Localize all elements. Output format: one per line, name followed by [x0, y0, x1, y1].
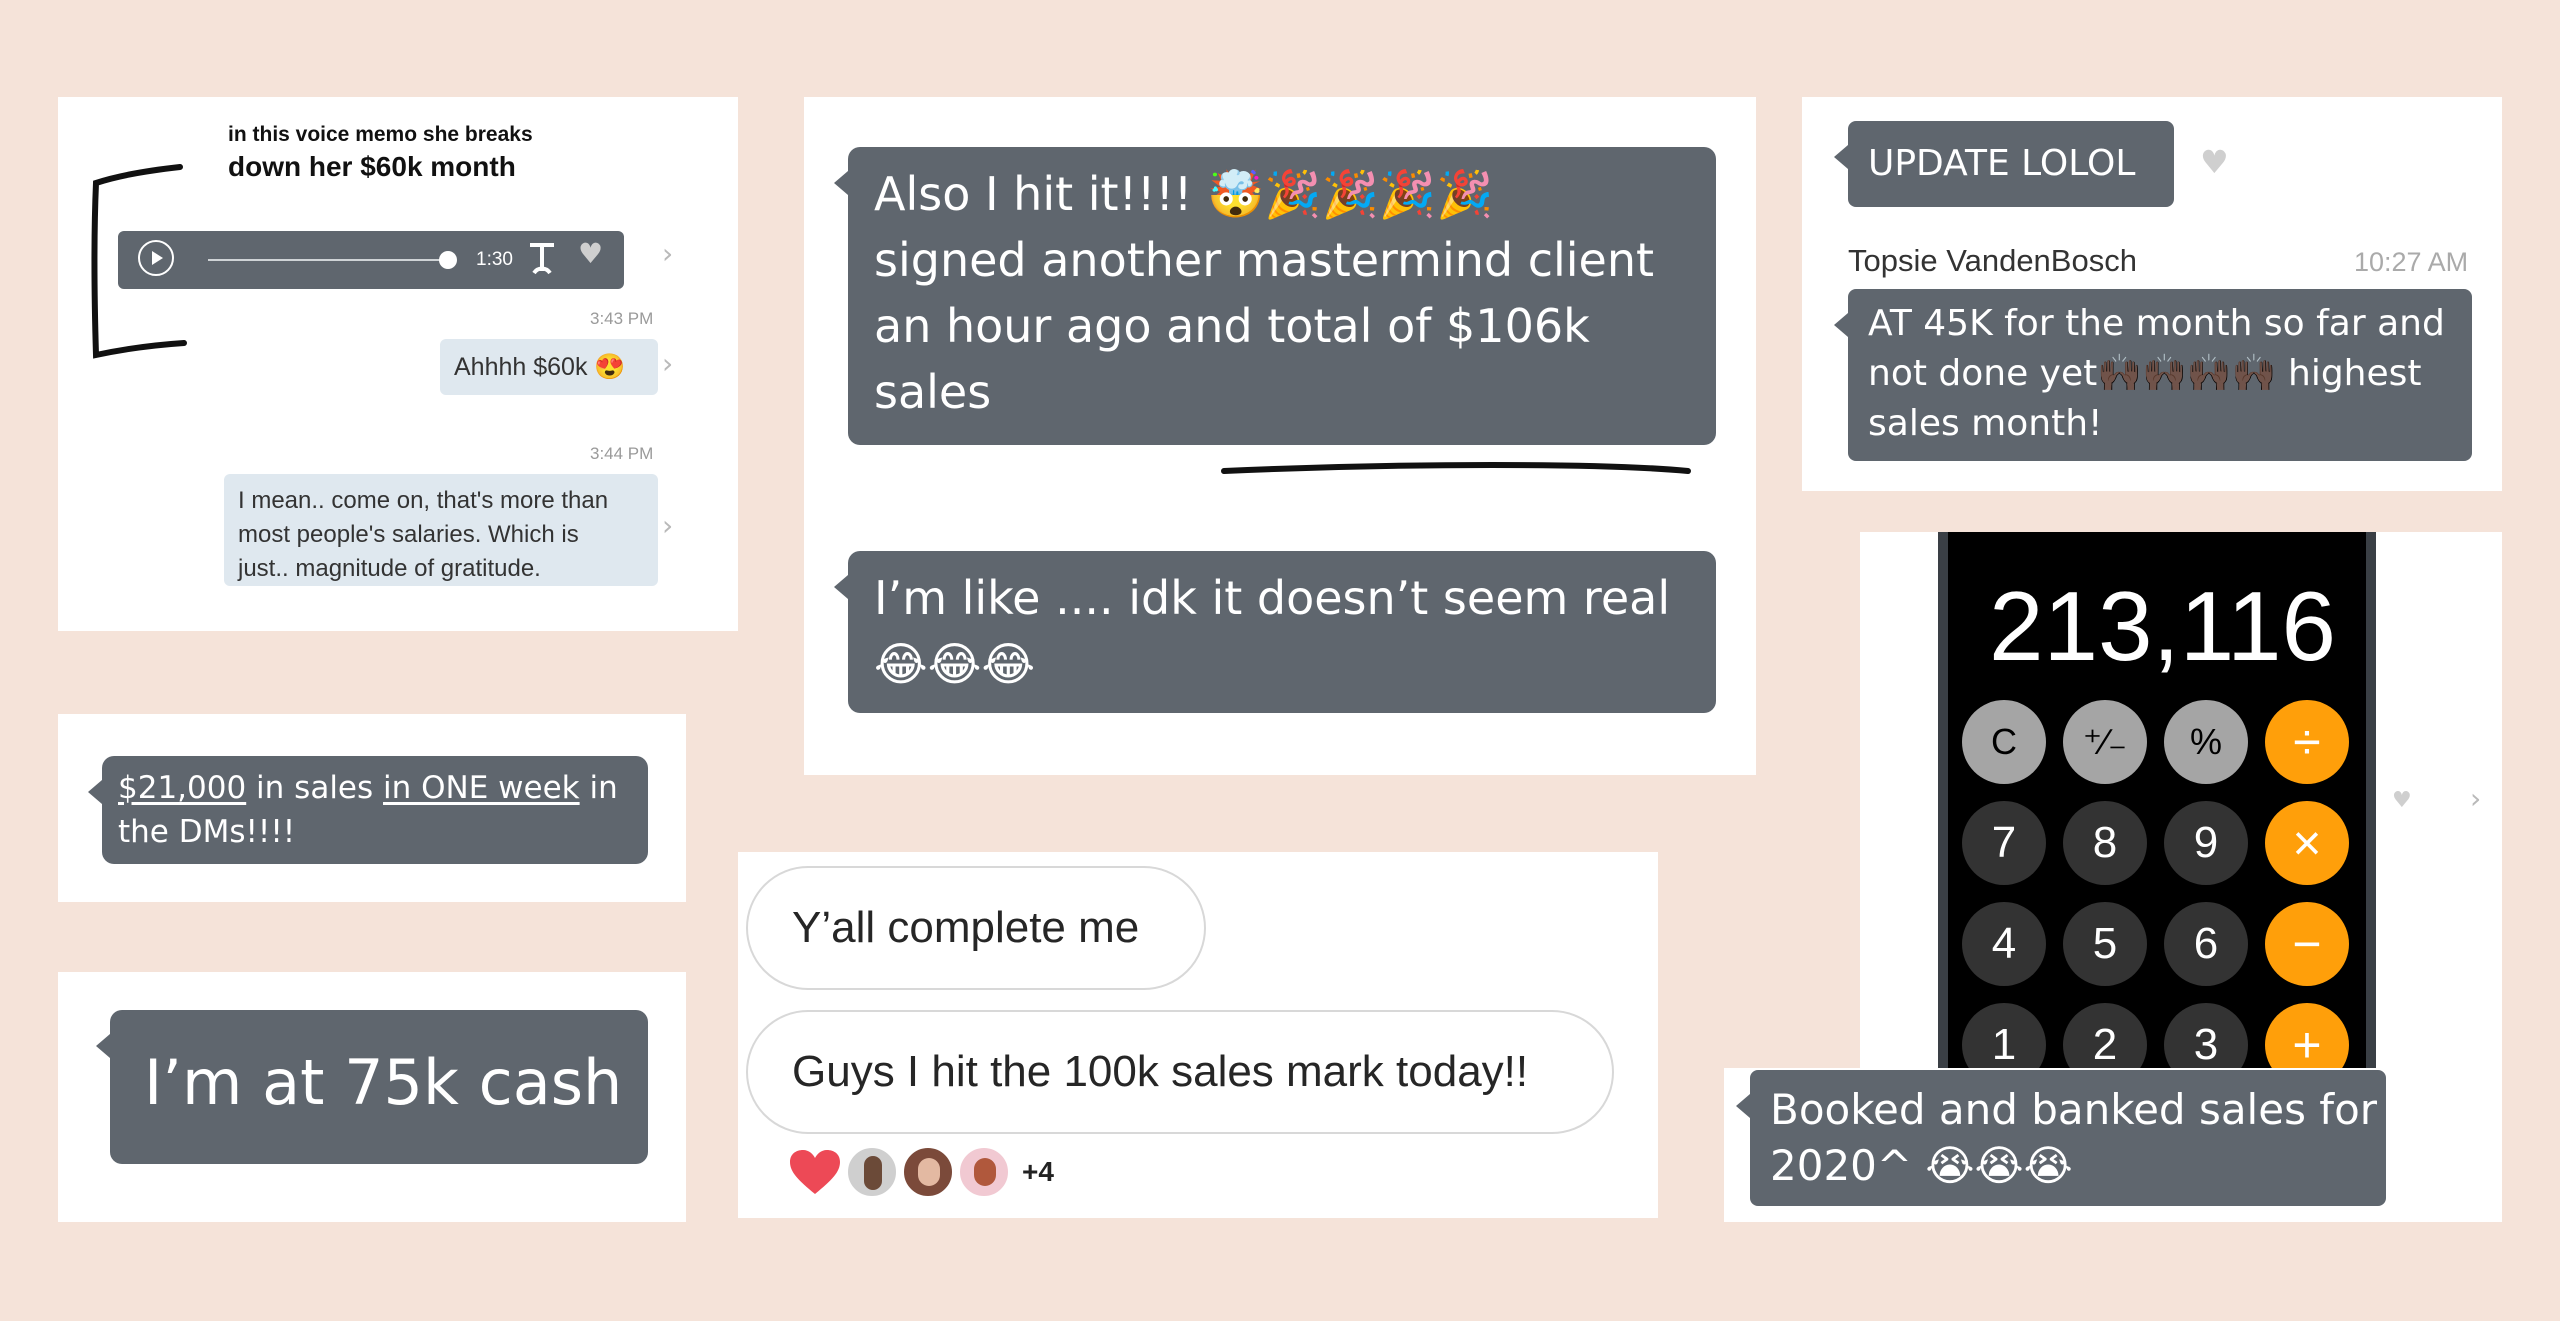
sales-period: in ONE week — [383, 770, 580, 806]
hundred-k-card: Y’all complete me Guys I hit the 100k sa… — [738, 852, 1658, 1218]
message-bubble: Booked and banked sales for 2020^ 😭😭😭 — [1736, 1070, 2386, 1206]
transcribe-icon[interactable] — [524, 237, 564, 281]
like-heart-icon[interactable]: ♥ — [578, 237, 603, 270]
audio-progress-knob[interactable] — [439, 251, 457, 269]
memo-caption-line2: down her $60k month — [228, 151, 516, 182]
reactions-row[interactable]: +4 — [788, 1144, 1108, 1200]
message-bubble: Also I hit it!!!! 🤯🎉🎉🎉🎉 signed another m… — [834, 147, 1716, 445]
audio-duration: 1:30 — [476, 249, 513, 270]
avatar — [958, 1146, 1010, 1198]
message-time: 10:27 AM — [2354, 247, 2469, 277]
plus-minus-button[interactable]: ⁺∕₋ — [2063, 700, 2147, 784]
play-button[interactable] — [138, 240, 174, 276]
chevron-right-icon[interactable]: › — [662, 509, 673, 542]
seven-button[interactable]: 7 — [1962, 801, 2046, 885]
booked-card: Booked and banked sales for 2020^ 😭😭😭 — [1724, 1068, 2432, 1222]
sales-week-card: $21,000 in sales in ONE week in the DMs!… — [58, 714, 686, 902]
chevron-right-icon[interactable]: › — [2470, 782, 2481, 815]
message-bubble: $21,000 in sales in ONE week in the DMs!… — [88, 756, 648, 864]
multiply-button[interactable]: × — [2265, 801, 2349, 885]
message-bubble: I’m at 75k cash — [96, 1010, 648, 1164]
celebration-emoji: 🤯🎉🎉🎉🎉 — [1206, 167, 1494, 221]
six-button[interactable]: 6 — [2164, 902, 2248, 986]
message-bubble: Ahhhh $60k 😍 — [440, 339, 658, 395]
update-card: UPDATE LOLOL ♥ Topsie VandenBosch 10:27 … — [1802, 97, 2502, 491]
five-button[interactable]: 5 — [2063, 902, 2147, 986]
message-bubble: AT 45K for the month so far and not done… — [1834, 289, 2472, 461]
calculator-keypad: C ⁺∕₋% ÷ 7 8 9 × 4 5 6−1 2 3 + — [1948, 532, 2366, 1092]
audio-progress-track[interactable] — [208, 259, 448, 261]
reaction-count: +4 — [1022, 1156, 1054, 1187]
sender-name: Topsie VandenBosch — [1848, 243, 2137, 278]
clear-button[interactable]: C — [1962, 700, 2046, 784]
avatar — [846, 1146, 898, 1198]
like-heart-icon[interactable]: ♥ — [2200, 143, 2229, 181]
message-bubble: I mean.. come on, that's more than most … — [224, 474, 658, 586]
cash-card: I’m at 75k cash — [58, 972, 686, 1222]
divide-button[interactable]: ÷ — [2265, 700, 2349, 784]
message-bubble: Guys I hit the 100k sales mark today!! — [746, 1010, 1614, 1134]
message-bubble: Y’all complete me — [746, 866, 1206, 990]
play-icon — [152, 251, 163, 265]
heart-reaction-icon — [790, 1150, 840, 1194]
chevron-right-icon[interactable]: › — [662, 237, 673, 270]
percent-button[interactable]: % — [2164, 700, 2248, 784]
timestamp: 3:44 PM — [590, 444, 654, 463]
message-bubble: I’m like .... idk it doesn’t seem real 😂… — [834, 551, 1716, 713]
phone-screen: 213,116 C ⁺∕₋% ÷ 7 8 9 × 4 5 6−1 2 3 + — [1938, 532, 2376, 1092]
like-heart-icon[interactable]: ♥ — [2392, 788, 2412, 813]
chevron-right-icon[interactable]: › — [662, 347, 673, 380]
four-button[interactable]: 4 — [1962, 902, 2046, 986]
audio-player[interactable]: 1:30 — [118, 231, 624, 289]
raised-hands-emoji: 🙌🏿🙌🏿🙌🏿🙌🏿 — [2097, 353, 2277, 394]
avatar — [902, 1146, 954, 1198]
timestamp: 3:43 PM — [590, 309, 654, 328]
minus-button[interactable]: − — [2265, 902, 2349, 986]
underline-annotation — [1221, 462, 1691, 474]
memo-caption-line1: in this voice memo she breaks — [228, 123, 533, 146]
sales-amount: $21,000 — [118, 770, 247, 806]
voice-memo-card: in this voice memo she breaks down her $… — [58, 97, 738, 631]
mastermind-card: Also I hit it!!!! 🤯🎉🎉🎉🎉 signed another m… — [804, 97, 1756, 775]
nine-button[interactable]: 9 — [2164, 801, 2248, 885]
eight-button[interactable]: 8 — [2063, 801, 2147, 885]
message-bubble: UPDATE LOLOL — [1834, 121, 2174, 207]
